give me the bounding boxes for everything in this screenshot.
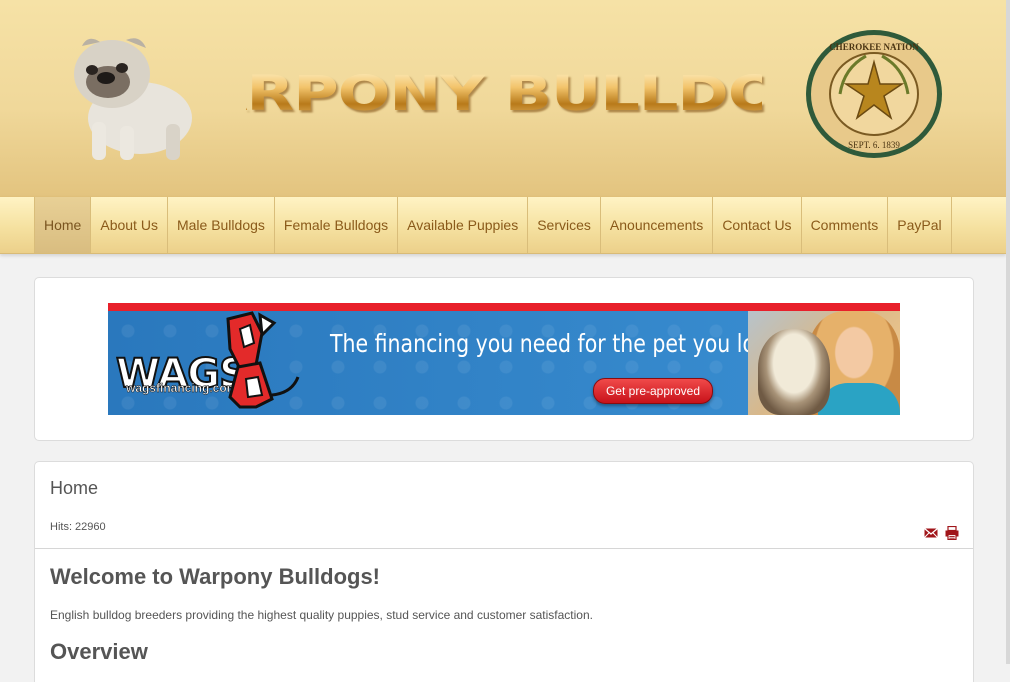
overview-heading: Overview — [50, 639, 148, 664]
banner-tagline: The financing you need for the pet you l… — [330, 329, 787, 358]
page-title: Home — [50, 478, 99, 498]
nav-item-available-puppies[interactable]: Available Puppies — [398, 197, 529, 253]
printer-icon[interactable] — [945, 526, 959, 540]
nav-item-services[interactable]: Services — [528, 197, 601, 253]
hits-counter: Hits: 22960 — [50, 521, 106, 533]
nav-item-comments[interactable]: Comments — [802, 197, 889, 253]
get-preapproved-button[interactable]: Get pre-approved — [593, 378, 713, 404]
article-panel: Home Hits: 22960 Welcome to Warpony Bull… — [34, 461, 974, 682]
title-divider — [35, 548, 973, 549]
intro-text: English bulldog breeders providing the h… — [50, 608, 593, 622]
nav-list: Home About Us Male Bulldogs Female Bulldogs… — [34, 197, 952, 253]
nav-item-female-bulldogs[interactable]: Female Bulldogs — [275, 197, 399, 253]
banner-photo — [748, 311, 900, 415]
cartoon-dog-icon — [226, 311, 300, 409]
main-nav: Home About Us Male Bulldogs Female Bulldogs… — [0, 196, 1006, 254]
cherokee-seal-icon: CHEROKEE NATION SEPT. 6. 1839 — [806, 30, 942, 158]
nav-item-male-bulldogs[interactable]: Male Bulldogs — [168, 197, 275, 253]
wags-banner-ad[interactable]: WAGS wagsfinancing.com The financing you… — [108, 303, 900, 415]
nav-item-paypal[interactable]: PayPal — [888, 197, 952, 253]
welcome-heading: Welcome to Warpony Bulldogs! — [50, 564, 381, 589]
nav-item-about-us[interactable]: About Us — [91, 197, 168, 253]
svg-text:SEPT. 6. 1839: SEPT. 6. 1839 — [848, 140, 900, 150]
article-actions — [924, 526, 959, 540]
banner-panel: WAGS wagsfinancing.com The financing you… — [34, 277, 974, 441]
photo-shirt — [818, 383, 900, 415]
window-edge — [1006, 0, 1010, 664]
svg-text:CHEROKEE NATION: CHEROKEE NATION — [829, 42, 919, 52]
envelope-icon[interactable] — [924, 526, 938, 540]
site-header: WARPONY BULLDOGS CHEROKEE NATION SEPT. 6… — [0, 0, 1006, 196]
nav-item-anouncements[interactable]: Anouncements — [601, 197, 714, 253]
photo-dog — [758, 329, 830, 415]
nav-item-contact-us[interactable]: Contact Us — [713, 197, 802, 253]
nav-item-home[interactable]: Home — [34, 197, 92, 253]
site-logo-text[interactable]: WARPONY BULLDOGS — [135, 65, 874, 122]
